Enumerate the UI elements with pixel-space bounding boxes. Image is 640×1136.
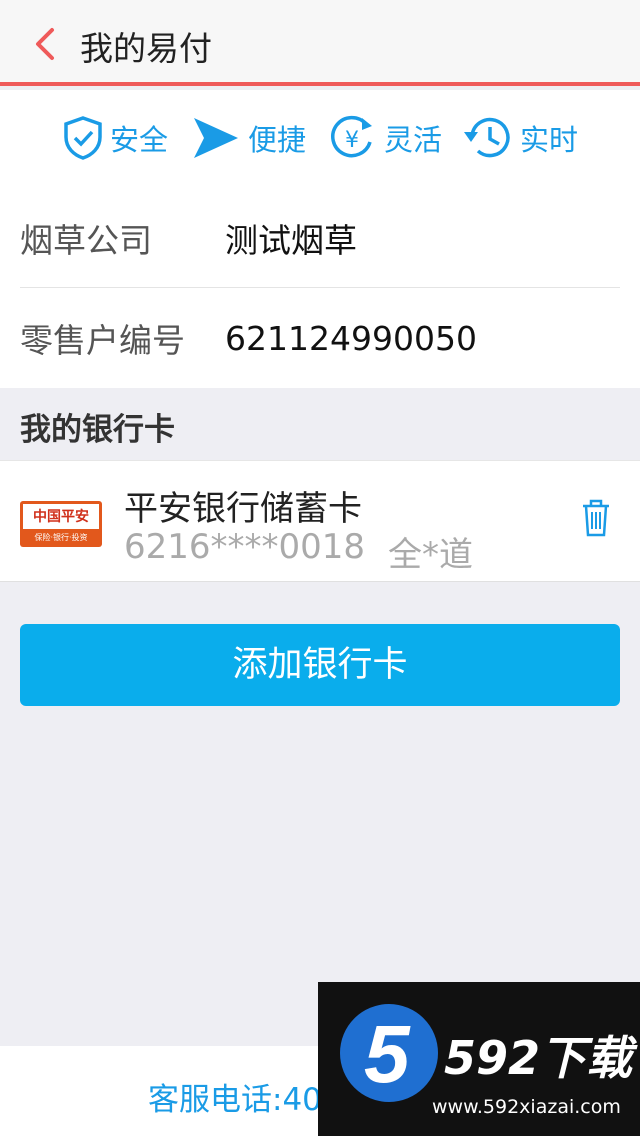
bank-name: 平安银行储蓄卡: [124, 489, 362, 529]
yuan-cycle-icon: ¥: [331, 115, 372, 158]
bank-section-title: 我的银行卡: [20, 412, 175, 448]
feature-flexible: ¥ 灵活: [326, 114, 442, 162]
account-info: 烟草公司 测试烟草 零售户编号 621124990050: [0, 188, 640, 388]
feature-convenient: 便捷: [190, 114, 306, 162]
feature-label: 灵活: [384, 123, 443, 157]
watermark: 5 592下载 www.592xiazai.com: [318, 982, 640, 1136]
trash-icon: [583, 499, 609, 537]
feature-label: 实时: [520, 123, 579, 157]
page-title: 我的易付: [80, 29, 212, 68]
back-button[interactable]: [30, 24, 66, 64]
paper-plane-icon: [194, 118, 238, 158]
watermark-digit: 5: [364, 1009, 410, 1100]
svg-text:¥: ¥: [345, 128, 359, 153]
header-bar: 我的易付: [0, 0, 640, 86]
watermark-url: www.592xiazai.com: [432, 1096, 621, 1118]
retailer-label: 零售户编号: [20, 321, 185, 360]
bank-card-item[interactable]: 中国平安 保险·银行·投资 平安银行储蓄卡 6216****0018 全*道: [0, 460, 640, 582]
chevron-left-icon: [36, 28, 54, 60]
company-value: 测试烟草: [225, 220, 357, 260]
add-bank-card-button[interactable]: 添加银行卡: [20, 624, 620, 706]
card-number: 6216****0018: [124, 527, 366, 567]
clock-history-icon: [464, 117, 510, 158]
shield-check-icon: [64, 116, 102, 160]
feature-strip: 安全 便捷 ¥ 灵活 实时: [0, 90, 640, 188]
feature-label: 安全: [110, 123, 169, 157]
company-row: 烟草公司 测试烟草: [20, 188, 620, 288]
watermark-brand: 592下载: [444, 1031, 633, 1085]
bank-logo-text: 中国平安: [23, 504, 99, 529]
company-label: 烟草公司: [20, 220, 152, 260]
bank-logo: 中国平安 保险·银行·投资: [20, 501, 102, 547]
retailer-row: 零售户编号 621124990050: [20, 288, 620, 388]
service-phone[interactable]: 客服电话:40: [148, 1074, 322, 1119]
delete-card-button[interactable]: [580, 498, 612, 542]
feature-safe: 安全: [62, 114, 168, 162]
retailer-value: 621124990050: [225, 318, 477, 358]
bank-logo-subtext: 保险·银行·投资: [34, 533, 88, 542]
feature-label: 便捷: [248, 123, 307, 157]
feature-realtime: 实时: [462, 114, 578, 162]
card-holder: 全*道: [388, 535, 473, 575]
